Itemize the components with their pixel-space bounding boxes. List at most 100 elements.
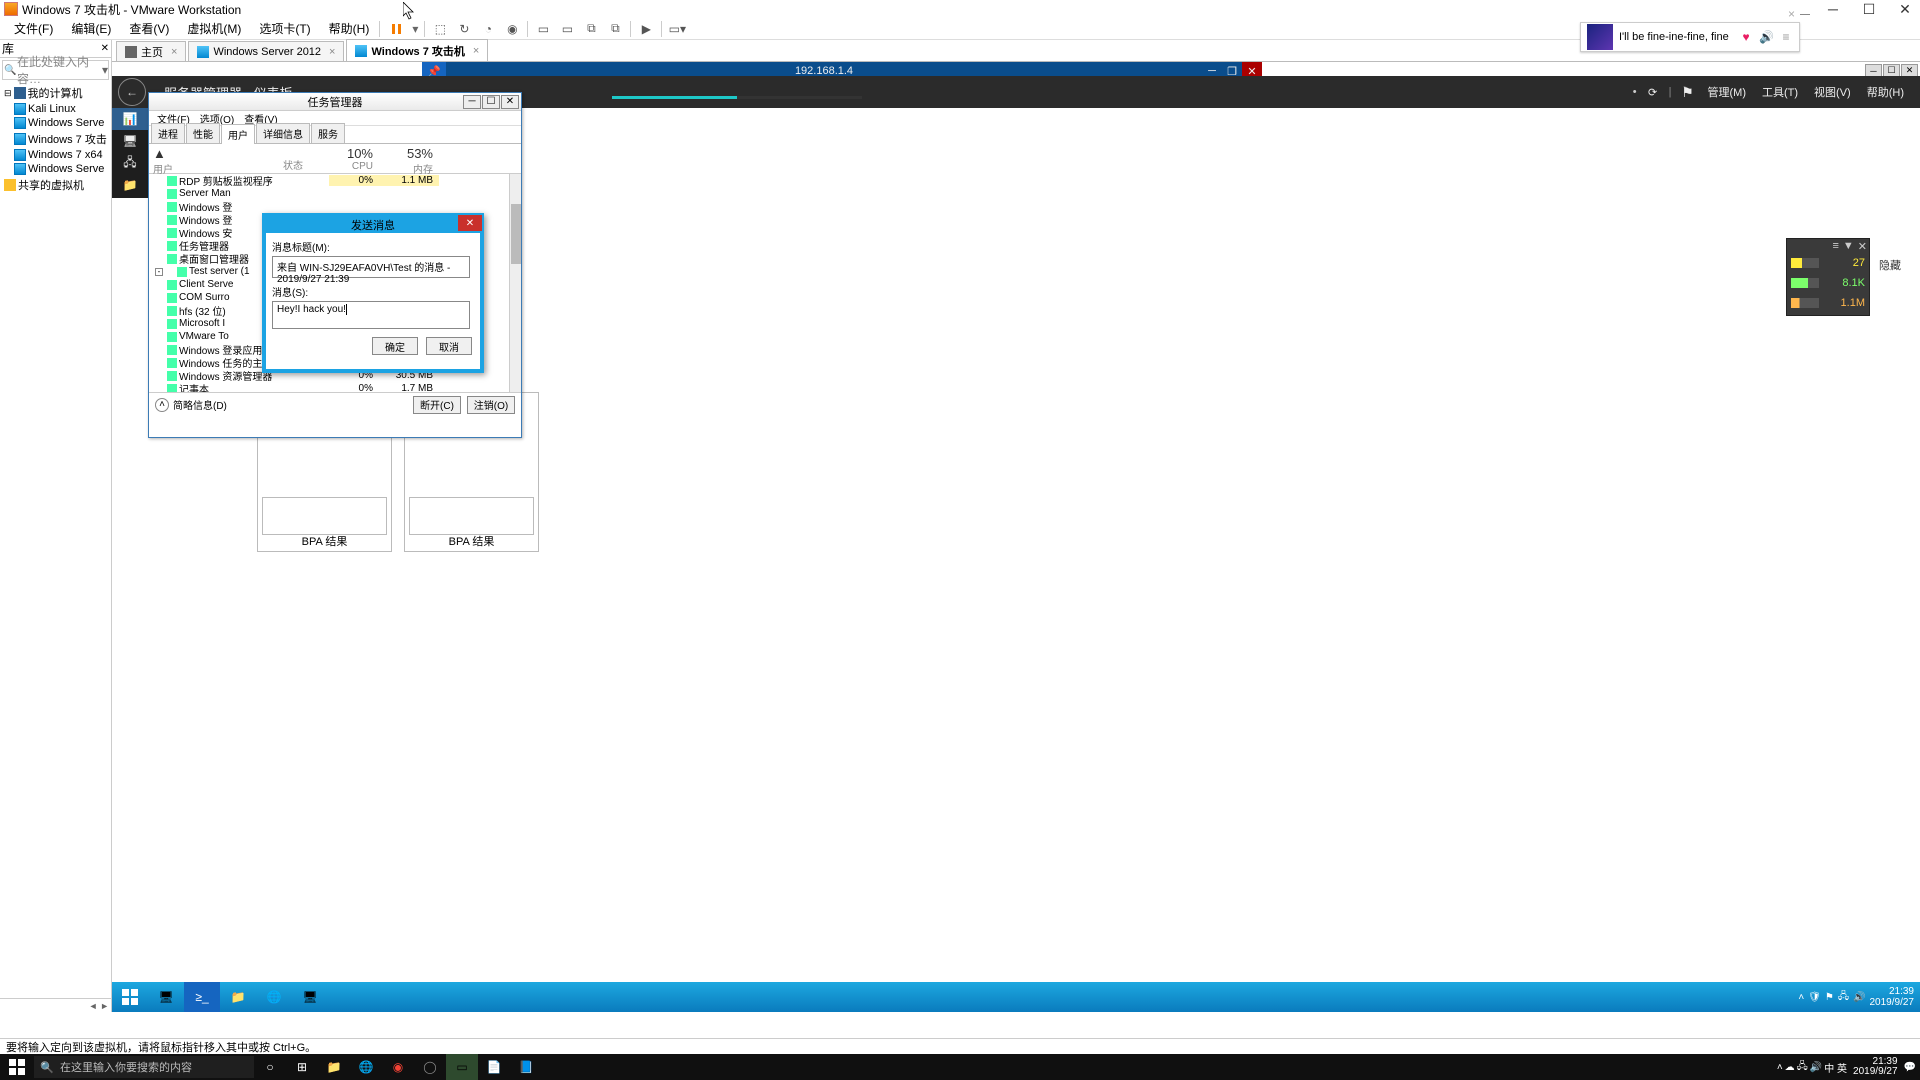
host-minimize-button[interactable]: ─ <box>1818 0 1848 18</box>
tab-close-icon[interactable]: × <box>171 46 177 58</box>
tab-details[interactable]: 详细信息 <box>256 123 310 143</box>
taskbar-explorer-icon[interactable]: 📁 <box>220 982 256 1012</box>
tray-notifications-icon[interactable]: 💬 <box>1904 1062 1916 1073</box>
taskbar-rdp-icon[interactable]: 🖥 <box>292 982 328 1012</box>
fit-guest-button[interactable]: ▭ <box>558 20 576 38</box>
taskbar-chrome-icon[interactable]: 🌐 <box>256 982 292 1012</box>
host-clock[interactable]: 21:39 2019/9/27 <box>1849 1057 1902 1077</box>
fullscreen-button[interactable]: ▶ <box>637 20 655 38</box>
menu-tabs[interactable]: 选项卡(T) <box>251 18 318 39</box>
taskbar-explorer-icon[interactable]: 📁 <box>318 1054 350 1080</box>
notification-minimize-icon[interactable] <box>1800 14 1810 15</box>
tab-performance[interactable]: 性能 <box>186 123 220 143</box>
tab-users[interactable]: 用户 <box>221 124 255 144</box>
tray-chevron-icon[interactable]: ˄ <box>1798 992 1804 1003</box>
menu-edit[interactable]: 编辑(E) <box>63 18 119 39</box>
taskmgr-column-header[interactable]: ▲用户 状态 10%CPU 53%内存 <box>149 144 521 174</box>
tree-vm-item[interactable]: Windows Serve <box>0 116 111 130</box>
library-button[interactable]: ▭▾ <box>668 20 686 38</box>
pause-button[interactable] <box>388 20 406 38</box>
dropdown-caret[interactable]: ▾ <box>412 22 418 36</box>
tree-vm-item[interactable]: Windows 7 x64 <box>0 148 111 162</box>
menu-help[interactable]: 帮助(H) <box>321 18 378 39</box>
manage-button[interactable]: ◉ <box>503 20 521 38</box>
unity-button[interactable]: ⧉ <box>606 20 624 38</box>
notification-close-icon[interactable]: × <box>1788 7 1795 21</box>
host-start-button[interactable] <box>0 1054 34 1080</box>
tab-processes[interactable]: 进程 <box>151 123 185 143</box>
taskmgr-titlebar[interactable]: 任务管理器 ─ ☐ ✕ <box>149 93 521 111</box>
performance-overlay[interactable]: ≡ ▼ ✕ 27 8.1K 1.1M 隐藏 <box>1786 238 1870 316</box>
tray-ime-icon[interactable]: 中 英 <box>1824 1060 1847 1075</box>
tray-volume-icon[interactable]: 🔊 <box>1853 992 1865 1003</box>
tray-chevron-icon[interactable]: ˄ <box>1777 1062 1783 1073</box>
tab-close-icon[interactable]: × <box>473 45 479 57</box>
fit-window-button[interactable]: ⧉ <box>582 20 600 38</box>
menu-file[interactable]: 文件(F) <box>6 18 61 39</box>
stretch-button[interactable]: ▭ <box>534 20 552 38</box>
tray-onedrive-icon[interactable]: ☁ <box>1785 1062 1795 1073</box>
taskbar-chrome-icon[interactable]: 🌐 <box>350 1054 382 1080</box>
dialog-titlebar[interactable]: 发送消息 ✕ <box>266 217 480 233</box>
overlay-caret-icon[interactable]: ▼ <box>1843 240 1854 252</box>
tray-shield-icon[interactable]: 🛡 <box>1808 992 1821 1003</box>
snapshot-mgr-button[interactable]: ◔ <box>479 20 497 38</box>
snapshot-button[interactable]: ⬚ <box>431 20 449 38</box>
tray-flag-icon[interactable]: ⚑ <box>1825 992 1834 1003</box>
overlay-close-icon[interactable]: ✕ <box>1858 240 1867 253</box>
menu-vm[interactable]: 虚拟机(M) <box>179 18 249 39</box>
menu-tools[interactable]: 工具(T) <box>1758 82 1802 102</box>
rail-local-icon[interactable]: 🖥 <box>112 130 148 152</box>
guest-taskbar[interactable]: 🖥 ≥_ 📁 🌐 🖥 ˄ 🛡 ⚑ 🖧 🔊 21:39 2019/9/27 <box>112 982 1920 1012</box>
taskmgr-minimize-button[interactable]: ─ <box>463 95 481 109</box>
ok-button[interactable]: 确定 <box>372 337 418 355</box>
scrollbar[interactable] <box>509 174 521 392</box>
process-row[interactable]: RDP 剪贴板监视程序0%1.1 MB <box>149 174 521 187</box>
music-notification[interactable]: I'll be fine-ine-fine, fine ♥ 🔊 ≡ <box>1580 22 1800 52</box>
taskbar-app-red-icon[interactable]: ◉ <box>382 1054 414 1080</box>
tray-network-icon[interactable]: 🖧 <box>1838 989 1849 1006</box>
heart-icon[interactable]: ♥ <box>1739 30 1753 44</box>
taskbar-cortana-icon[interactable]: ○ <box>254 1054 286 1080</box>
rail-file-icon[interactable]: 📁 <box>112 174 148 196</box>
dropdown-caret-icon[interactable]: ▾ <box>102 63 108 77</box>
cancel-button[interactable]: 取消 <box>426 337 472 355</box>
rail-dashboard-icon[interactable]: 📊 <box>112 108 148 130</box>
message-body-field[interactable]: Hey!I hack you! <box>272 301 470 329</box>
refresh-icon[interactable]: ⟳ <box>1645 84 1661 100</box>
taskbar-server-manager-icon[interactable]: 🖥 <box>148 982 184 1012</box>
tab-close-icon[interactable]: × <box>329 46 335 58</box>
guest-display[interactable]: ─ ☐ ✕ 📌 192.168.1.4 ─ ❐ ✕ ← <box>112 62 1920 1012</box>
message-title-field[interactable]: 来自 WIN-SJ29EAFA0VH\Test 的消息 - 2019/9/27 … <box>272 256 470 278</box>
taskmgr-maximize-button[interactable]: ☐ <box>482 95 500 109</box>
tree-vm-item[interactable]: Windows Serve <box>0 162 111 176</box>
tab-ws2012[interactable]: Windows Server 2012× <box>188 41 344 61</box>
menu-icon[interactable]: ≡ <box>1779 30 1793 44</box>
details-toggle[interactable]: ˄简略信息(D) <box>155 397 227 412</box>
taskmgr-close-button[interactable]: ✕ <box>501 95 519 109</box>
tab-active-vm[interactable]: Windows 7 攻击机× <box>346 39 488 61</box>
overlay-hide-button[interactable]: 隐藏 <box>1879 257 1901 273</box>
menu-view[interactable]: 视图(V) <box>1810 82 1855 102</box>
tab-home[interactable]: 主页× <box>116 41 186 61</box>
sidebar-search-input[interactable]: 在此处键入内容… ▾ <box>2 60 109 80</box>
send-message-dialog[interactable]: 发送消息 ✕ 消息标题(M): 来自 WIN-SJ29EAFA0VH\Test … <box>262 213 484 373</box>
taskbar-app-icon[interactable]: 📘 <box>510 1054 542 1080</box>
taskbar-obs-icon[interactable]: ◯ <box>414 1054 446 1080</box>
tray-network-icon[interactable]: 🖧 <box>1797 1059 1808 1076</box>
host-search-input[interactable]: 在这里输入你要搜索的内容 <box>34 1056 254 1078</box>
disconnect-button[interactable]: 断开(C) <box>413 396 461 414</box>
overlay-menu-icon[interactable]: ≡ <box>1832 240 1838 252</box>
tray-volume-icon[interactable]: 🔊 <box>1810 1062 1822 1073</box>
tab-services[interactable]: 服务 <box>311 123 345 143</box>
revert-button[interactable]: ↻ <box>455 20 473 38</box>
taskbar-taskview-icon[interactable]: ⊞ <box>286 1054 318 1080</box>
rail-all-icon[interactable]: 🖧 <box>112 152 148 174</box>
host-maximize-button[interactable]: ☐ <box>1854 0 1884 18</box>
logoff-button[interactable]: 注销(O) <box>467 396 515 414</box>
speaker-icon[interactable]: 🔊 <box>1759 30 1773 44</box>
back-button[interactable]: ← <box>118 78 146 106</box>
sidebar-scrollbar[interactable]: ◄ ► <box>0 998 111 1012</box>
tree-shared[interactable]: 共享的虚拟机 <box>0 176 111 194</box>
taskbar-powershell-icon[interactable]: ≥_ <box>184 982 220 1012</box>
